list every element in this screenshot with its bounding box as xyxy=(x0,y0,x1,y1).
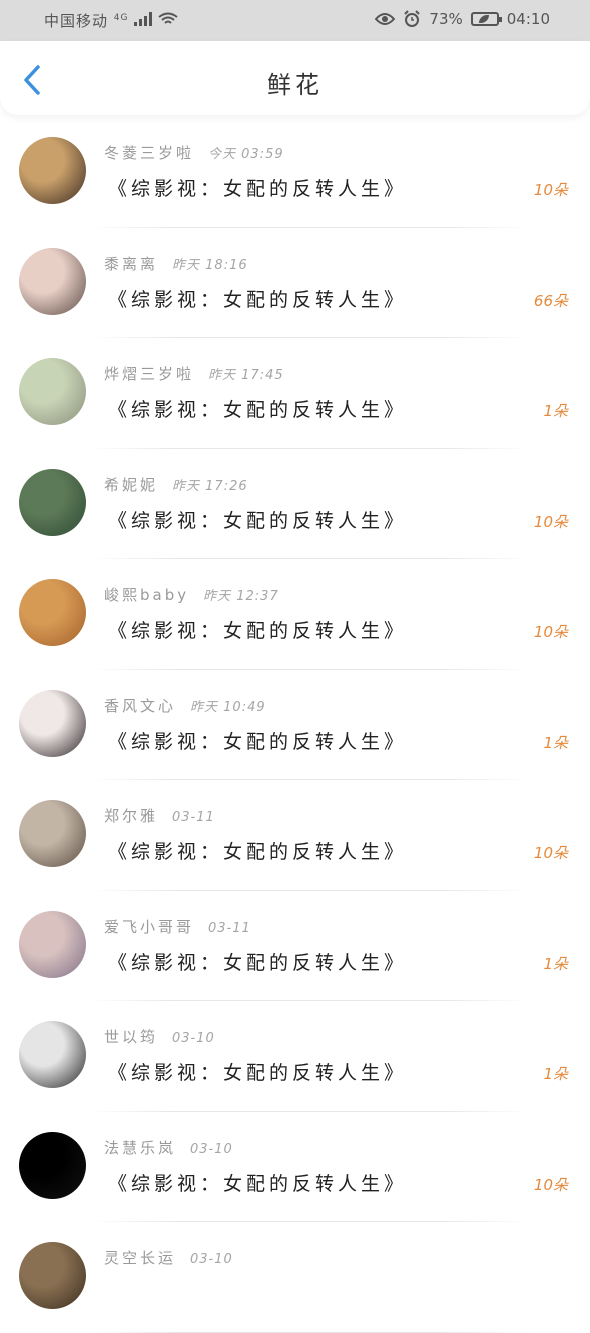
list-item[interactable]: 郑尔雅 03-11 《综影视：女配的反转人生》 10朵 xyxy=(0,780,590,891)
avatar[interactable] xyxy=(19,358,86,425)
flower-count: 1朵 xyxy=(543,1065,568,1083)
flower-count: 10朵 xyxy=(533,623,568,641)
book-title[interactable]: 《综影视：女配的反转人生》 xyxy=(108,837,407,864)
avatar[interactable] xyxy=(19,579,86,646)
page-title: 鲜花 xyxy=(267,71,323,99)
item-meta: 灵空长运 03-10 xyxy=(104,1247,233,1268)
list-item[interactable]: 灵空长运 03-10 xyxy=(0,1222,590,1333)
user-name[interactable]: 冬菱三岁啦 xyxy=(104,144,194,162)
user-name[interactable]: 爱飞小哥哥 xyxy=(104,918,194,936)
list-item[interactable]: 峻熙baby 昨天 12:37 《综影视：女配的反转人生》 10朵 xyxy=(0,559,590,670)
timestamp: 03-11 xyxy=(208,920,251,936)
book-title[interactable]: 《综影视：女配的反转人生》 xyxy=(108,506,407,533)
timestamp: 03-10 xyxy=(190,1252,233,1267)
book-title[interactable]: 《综影视：女配的反转人生》 xyxy=(108,285,407,312)
avatar[interactable] xyxy=(19,1021,86,1088)
battery-percent: 73% xyxy=(429,10,463,28)
timestamp: 昨天 12:37 xyxy=(203,589,279,604)
signal-icon xyxy=(134,12,153,26)
list-item[interactable]: 黍离离 昨天 18:16 《综影视：女配的反转人生》 66朵 xyxy=(0,228,590,338)
network-type: 4G xyxy=(113,13,129,23)
alarm-icon xyxy=(404,10,421,27)
flower-count: 1朵 xyxy=(543,402,568,420)
avatar[interactable] xyxy=(19,247,86,315)
carrier-label: 中国移动 4G xyxy=(44,10,178,31)
book-title[interactable]: 《综影视：女配的反转人生》 xyxy=(108,174,407,201)
avatar[interactable] xyxy=(19,800,86,867)
item-meta: 香风文心 昨天 10:49 xyxy=(104,695,266,716)
timestamp: 昨天 17:26 xyxy=(172,478,248,494)
user-name[interactable]: 灵空长运 xyxy=(104,1249,176,1267)
flower-count: 10朵 xyxy=(533,181,568,199)
list-item[interactable]: 法慧乐岚 03-10 《综影视：女配的反转人生》 10朵 xyxy=(0,1112,590,1222)
avatar[interactable] xyxy=(19,1242,86,1309)
item-meta: 郑尔雅 03-11 xyxy=(104,805,215,826)
book-title[interactable]: 《综影视：女配的反转人生》 xyxy=(108,948,407,975)
user-name[interactable]: 郑尔雅 xyxy=(104,807,158,825)
item-meta: 爱飞小哥哥 03-11 xyxy=(104,916,251,937)
flower-count: 1朵 xyxy=(543,954,568,973)
flower-list[interactable]: 冬菱三岁啦 今天 03:59 《综影视：女配的反转人生》 10朵 黍离离 昨天 18:16… xyxy=(0,117,590,1333)
wifi-icon xyxy=(158,12,178,24)
user-name[interactable]: 世以筠 xyxy=(104,1028,158,1046)
flower-count: 10朵 xyxy=(533,1175,568,1194)
book-title[interactable]: 《综影视：女配的反转人生》 xyxy=(108,727,407,754)
avatar[interactable] xyxy=(19,910,86,978)
timestamp: 昨天 17:45 xyxy=(208,368,284,383)
timestamp: 03-10 xyxy=(172,1031,215,1046)
user-name[interactable]: 法慧乐岚 xyxy=(104,1139,176,1157)
item-meta: 峻熙baby 昨天 12:37 xyxy=(104,584,279,605)
timestamp: 昨天 10:49 xyxy=(190,699,266,715)
flower-count: 10朵 xyxy=(533,512,568,531)
avatar[interactable] xyxy=(19,137,86,204)
clock: 04:10 xyxy=(506,10,550,28)
status-right: 73% 04:10 xyxy=(375,10,550,28)
item-meta: 烨熠三岁啦 昨天 17:45 xyxy=(104,363,284,384)
item-meta: 法慧乐岚 03-10 xyxy=(104,1137,233,1158)
list-item[interactable]: 香风文心 昨天 10:49 《综影视：女配的反转人生》 1朵 xyxy=(0,670,590,780)
book-title[interactable]: 《综影视：女配的反转人生》 xyxy=(108,395,407,422)
item-meta: 世以筠 03-10 xyxy=(104,1026,215,1047)
user-name[interactable]: 烨熠三岁啦 xyxy=(104,365,194,383)
item-meta: 希妮妮 昨天 17:26 xyxy=(104,474,248,495)
battery-icon xyxy=(470,12,502,26)
list-item[interactable]: 冬菱三岁啦 今天 03:59 《综影视：女配的反转人生》 10朵 xyxy=(0,117,590,228)
list-item[interactable]: 爱飞小哥哥 03-11 《综影视：女配的反转人生》 1朵 xyxy=(0,891,590,1001)
avatar[interactable] xyxy=(19,468,86,536)
timestamp: 今天 03:59 xyxy=(208,147,284,162)
divider xyxy=(90,1331,530,1333)
timestamp: 03-11 xyxy=(172,810,215,825)
list-item[interactable]: 世以筠 03-10 《综影视：女配的反转人生》 1朵 xyxy=(0,1001,590,1112)
book-title[interactable]: 《综影视：女配的反转人生》 xyxy=(108,1058,407,1085)
carrier-name: 中国移动 xyxy=(44,12,109,30)
user-name[interactable]: 希妮妮 xyxy=(104,476,158,494)
header: 鲜花 xyxy=(0,41,590,115)
book-title[interactable]: 《综影视：女配的反转人生》 xyxy=(108,1169,407,1196)
user-name[interactable]: 峻熙baby xyxy=(104,586,189,604)
list-item[interactable]: 希妮妮 昨天 17:26 《综影视：女配的反转人生》 10朵 xyxy=(0,449,590,559)
list-item[interactable]: 烨熠三岁啦 昨天 17:45 《综影视：女配的反转人生》 1朵 xyxy=(0,338,590,449)
user-name[interactable]: 黍离离 xyxy=(104,255,158,273)
flower-count: 66朵 xyxy=(533,291,568,310)
item-meta: 冬菱三岁啦 今天 03:59 xyxy=(104,142,284,163)
user-name[interactable]: 香风文心 xyxy=(104,697,176,715)
timestamp: 03-10 xyxy=(190,1141,233,1157)
timestamp: 昨天 18:16 xyxy=(172,257,248,273)
eye-icon xyxy=(375,13,396,25)
avatar[interactable] xyxy=(19,1131,86,1199)
avatar[interactable] xyxy=(19,689,86,757)
item-meta: 黍离离 昨天 18:16 xyxy=(104,253,248,274)
flower-count: 1朵 xyxy=(543,733,568,752)
status-bar: 中国移动 4G 73% 04:10 xyxy=(0,0,590,41)
flower-count: 10朵 xyxy=(533,844,568,862)
book-title[interactable]: 《综影视：女配的反转人生》 xyxy=(108,616,407,643)
